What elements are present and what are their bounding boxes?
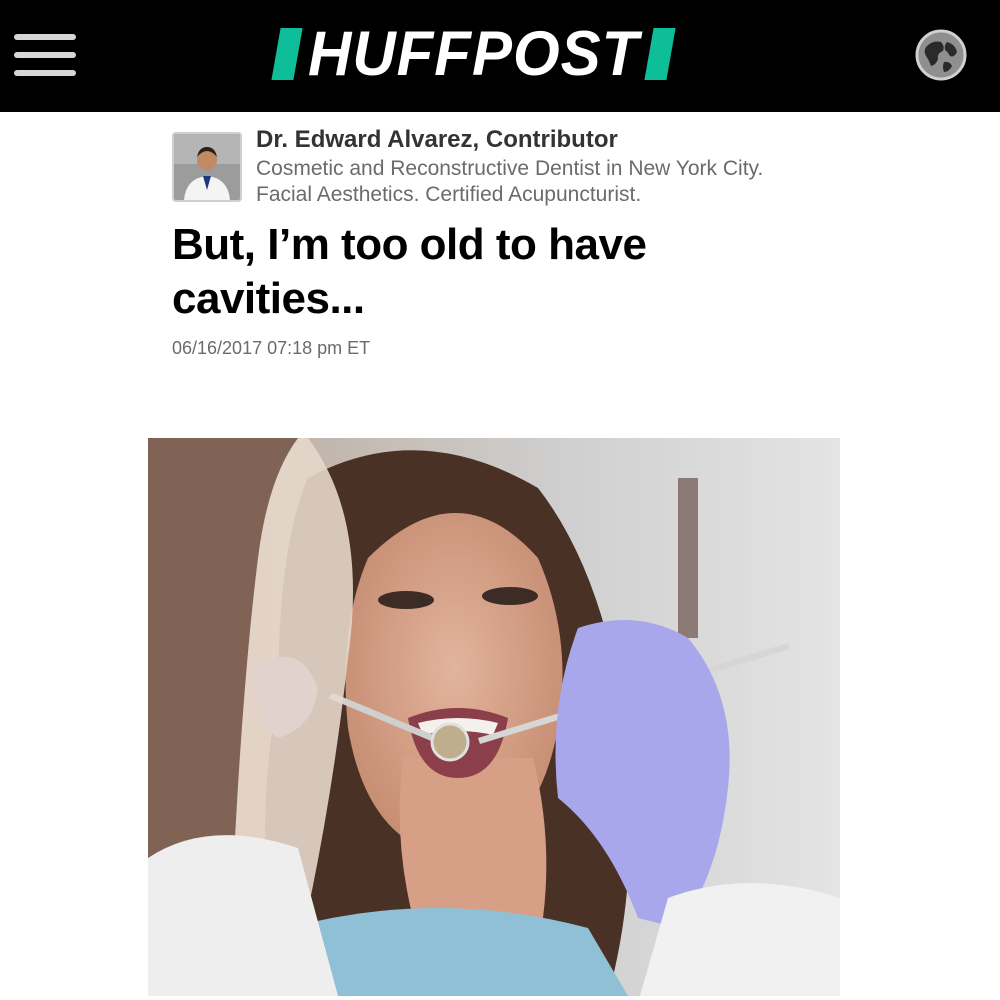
logo-right-accent [644,28,676,80]
article-hero-image [148,438,840,996]
author-bio: Cosmetic and Reconstructive Dentist in N… [256,157,764,206]
avatar[interactable] [172,132,242,202]
article-headline: But, I’m too old to have cavities... [172,220,647,323]
article-timestamp: 06/16/2017 07:18 pm ET [172,338,371,358]
globe-icon[interactable] [914,28,968,82]
top-navigation-bar: HUFFPOST [0,0,1000,112]
hamburger-menu-icon[interactable] [14,34,76,78]
author-byline: Dr. Edward Alvarez, Contributor Cosmetic… [172,126,812,208]
huffpost-logo[interactable]: HUFFPOST [271,18,712,89]
logo-text: HUFFPOST [308,18,640,89]
author-name[interactable]: Dr. Edward Alvarez, Contributor [256,126,618,154]
